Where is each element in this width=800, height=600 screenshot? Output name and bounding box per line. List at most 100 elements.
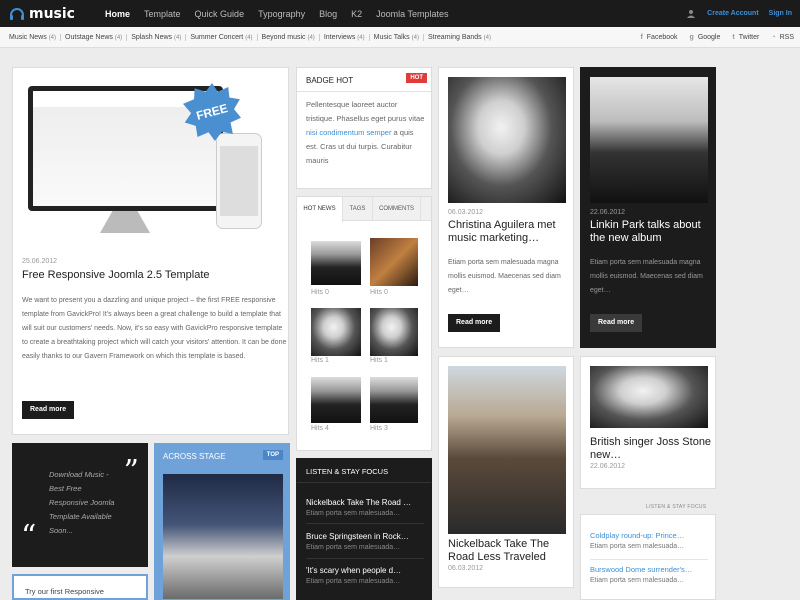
article-title[interactable]: Nickelback Take The Road Less Traveled [448,538,570,564]
module-title: BADGE HOT [306,76,354,85]
article-date: 22.06.2012 [590,463,626,470]
category-summer-concert[interactable]: Summer Concert (4) [186,34,258,41]
tab-tags[interactable]: TAGS [343,197,373,221]
article-nickelback: Nickelback Take The Road Less Traveled 0… [438,356,574,588]
menu-item-home[interactable]: Home [98,9,137,19]
listen-item-title[interactable]: Nickelback Take The Road … [306,498,411,507]
article-date: 06.03.2012 [448,565,484,572]
listen-section-label: LISTEN & STAY FOCUS [646,504,707,510]
menu-item-template[interactable]: Template [137,9,188,19]
article-title[interactable]: Linkin Park talks about the new album [590,219,712,245]
hits-count: Hits 0 [311,289,329,296]
listen-item-title[interactable]: Bruce Springsteen in Rock… [306,532,409,541]
category-interviews[interactable]: Interviews (4) [320,34,370,41]
listen-module-right: Coldplay round-up: Prince… Etiam porta s… [580,514,716,600]
read-more-button[interactable]: Read more [448,314,501,332]
quote-text: Download Music - Best Free Responsive Jo… [49,470,115,535]
devices-illustration: FREE [28,83,268,248]
stage-photo[interactable] [163,474,283,599]
category-bar: Music News (4) Outstage News (4) Splash … [0,27,800,48]
listen-item-text: Etiam porta sem malesuada… [306,544,401,551]
hits-count: Hits 1 [370,357,388,364]
thumb-band-1[interactable] [311,241,361,285]
thumb-band-3[interactable] [370,377,418,423]
category-music-news[interactable]: Music News (4) [5,34,62,41]
thumb-guitarist[interactable] [370,238,418,286]
listen-item-text: Etiam porta sem malesuada… [590,543,685,550]
category-streaming-bands[interactable]: Streaming Bands (4) [424,34,495,41]
menu-item-quick-guide[interactable]: Quick Guide [188,9,252,19]
thumb-blonde-singer[interactable] [311,308,361,356]
hot-badge: HOT [406,73,427,83]
article-text: Etiam porta sem malesuada magna mollis e… [590,259,703,294]
read-more-button[interactable]: Read more [590,314,643,332]
condimentum-link[interactable]: nisi condimentum semper [306,128,391,137]
listen-item-title[interactable]: Burswood Dome surrender's… [590,565,692,574]
hits-count: Hits 0 [370,289,388,296]
facebook-icon: f [640,34,643,41]
article-title[interactable]: British singer Joss Stone new… [590,436,712,462]
account-links: Create Account Sign In [687,0,792,27]
menu-item-typography[interactable]: Typography [251,9,312,19]
sign-in-link[interactable]: Sign In [769,10,792,17]
featured-article: FREE 25.06.2012 Free Responsive Joomla 2… [12,67,289,435]
category-outstage-news[interactable]: Outstage News (4) [61,34,128,41]
article-date: 22.06.2012 [590,209,626,216]
module-title: LISTEN & STAY FOCUS [306,467,389,476]
category-beyond-music[interactable]: Beyond music (4) [258,34,320,41]
top-badge: TOP [262,450,283,460]
create-account-link[interactable]: Create Account [707,10,758,17]
listen-item-title[interactable]: 'It's scary when people d… [306,566,401,575]
menu-item-blog[interactable]: Blog [312,9,344,19]
monitor-stand [100,211,150,233]
thumb-band-2[interactable] [311,377,361,423]
rss-link[interactable]: ◔ RSS [771,34,794,41]
twitter-icon: t [732,34,735,41]
listen-item-text: Etiam porta sem malesuada… [306,578,401,585]
joss-stone-photo[interactable] [590,366,708,428]
social-links: f Facebook g Google t Twitter ◔ RSS [640,27,794,48]
tabs-module: HOT NEWS TAGS COMMENTS Hits 0 Hits 0 Hit… [296,196,432,451]
tab-hot-news[interactable]: HOT NEWS [297,197,343,222]
menu-item-k2[interactable]: K2 [344,9,369,19]
badge-hot-module: BADGE HOT HOT Pellentesque laoreet aucto… [296,67,432,189]
article-title[interactable]: Free Responsive Joomla 2.5 Template [22,269,282,282]
nickelback-photo[interactable] [448,366,566,534]
logo-text: music [29,6,75,22]
article-christina: 06.03.2012 Christina Aguilera met music … [438,67,574,348]
listen-item-title[interactable]: Coldplay round-up: Prince… [590,531,684,540]
read-more-button[interactable]: Read more [22,401,75,419]
try-text: Try our first Responsive [25,587,104,596]
quote-close-icon: ” [123,454,139,489]
twitter-link[interactable]: t Twitter [732,34,759,41]
facebook-link[interactable]: f Facebook [640,34,677,41]
try-module: Try our first Responsive [12,574,148,600]
article-joss-stone: British singer Joss Stone new… 22.06.201… [580,356,716,489]
christina-photo[interactable] [448,77,566,203]
listen-item-text: Etiam porta sem malesuada… [590,577,685,584]
hits-count: Hits 4 [311,425,329,432]
hits-count: Hits 1 [311,357,329,364]
user-icon [687,10,696,18]
linkin-park-photo[interactable] [590,77,708,203]
article-date: 06.03.2012 [448,209,484,216]
top-navigation-bar: music Home Template Quick Guide Typograp… [0,0,800,27]
google-link[interactable]: g Google [690,34,721,41]
google-icon: g [689,34,694,41]
phone [216,133,262,229]
article-text: We want to present you a dazzling and un… [22,297,287,360]
article-date: 25.06.2012 [22,258,58,265]
across-stage-module: ACROSS STAGE TOP [154,443,290,600]
quote-module: “ ” Download Music - Best Free Responsiv… [12,443,148,567]
category-splash-news[interactable]: Splash News (4) [127,34,187,41]
thumb-singer-portrait[interactable] [370,308,418,356]
tab-comments[interactable]: COMMENTS [373,197,421,221]
listen-module: LISTEN & STAY FOCUS Nickelback Take The … [296,458,432,600]
badge-hot-text: Pellentesque laoreet auctor tristique. P… [306,100,425,165]
category-music-talks[interactable]: Music Talks (4) [370,34,424,41]
site-logo[interactable]: music [9,5,75,23]
article-text: Etiam porta sem malesuada magna mollis e… [448,259,561,294]
headphones-icon [10,8,24,20]
menu-item-joomla-templates[interactable]: Joomla Templates [369,9,455,19]
article-title[interactable]: Christina Aguilera met music marketing… [448,219,570,245]
